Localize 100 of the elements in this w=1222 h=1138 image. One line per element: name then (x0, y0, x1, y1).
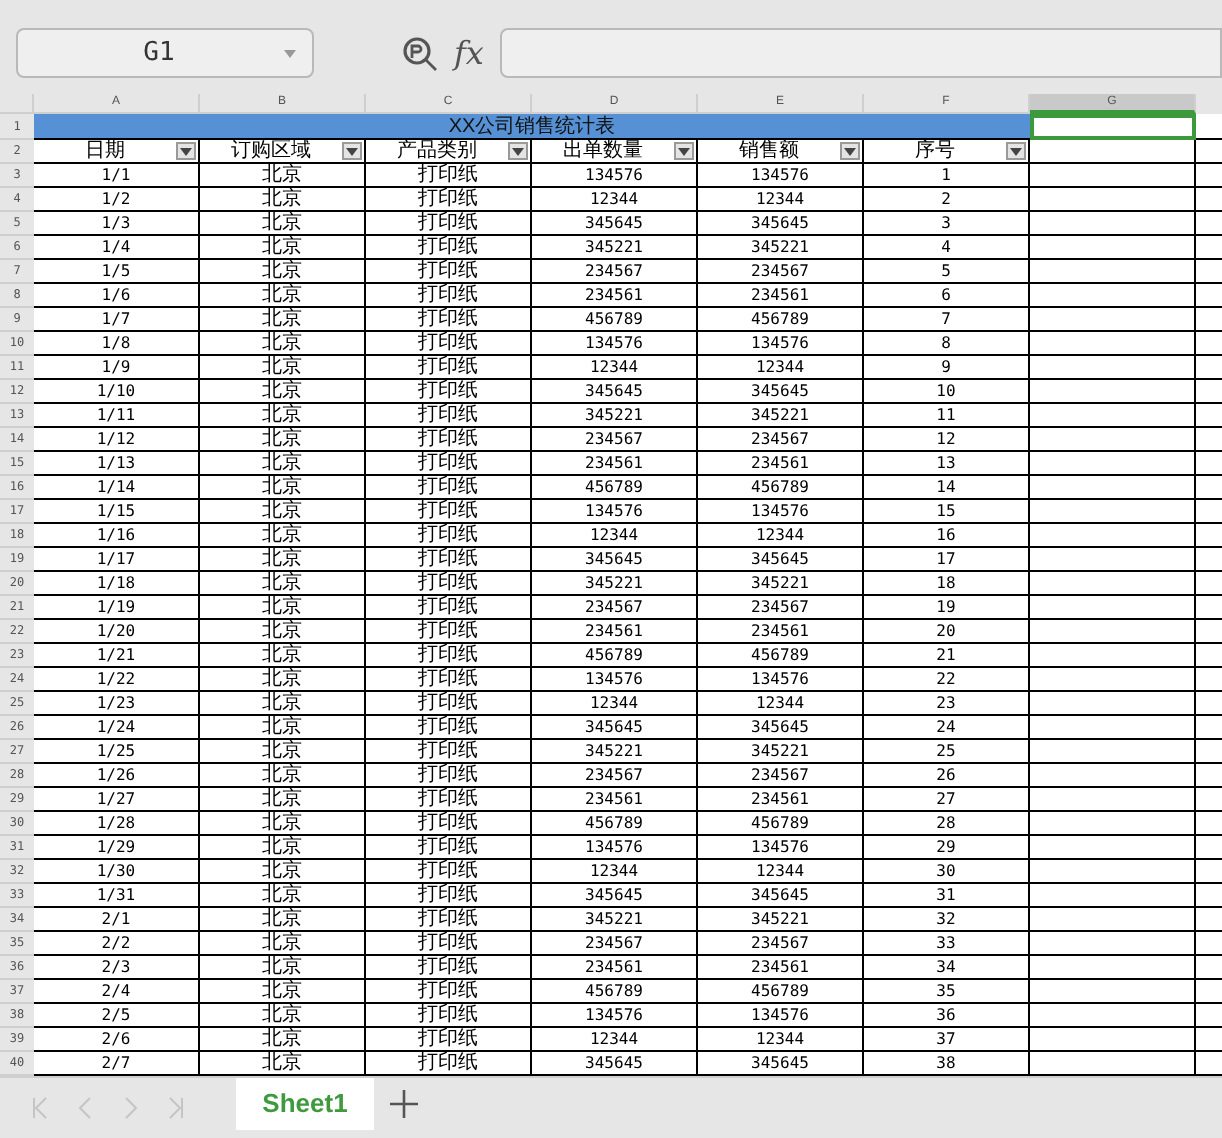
table-cell: 北京 (200, 476, 366, 500)
table-cell: 北京 (200, 524, 366, 548)
filter-dropdown[interactable] (342, 142, 362, 160)
table-cell: 32 (864, 908, 1030, 932)
table-cell: 5 (864, 260, 1030, 284)
table-cell: 打印纸 (366, 1028, 532, 1052)
caret-icon (512, 147, 524, 155)
table-cell: 234567 (532, 764, 698, 788)
name-box[interactable]: G1 (16, 28, 314, 78)
table-cell: 1/19 (34, 596, 200, 620)
table-cell: 北京 (200, 644, 366, 668)
table-cell: 24 (864, 716, 1030, 740)
table-cell: 28 (864, 812, 1030, 836)
column-header: 订购区域 (229, 139, 313, 163)
table-cell: 打印纸 (366, 188, 532, 212)
zoom-icon[interactable] (402, 35, 438, 71)
table-cell: 北京 (200, 596, 366, 620)
table-cell: 打印纸 (366, 596, 532, 620)
sheet-tab[interactable]: Sheet1 (236, 1078, 374, 1130)
table-cell: 1/2 (34, 188, 200, 212)
table-cell: 30 (864, 860, 1030, 884)
table-cell: 北京 (200, 188, 366, 212)
table-cell: 1/25 (34, 740, 200, 764)
table-cell: 打印纸 (366, 356, 532, 380)
table-cell: 1/12 (34, 428, 200, 452)
table-cell: 234567 (698, 260, 864, 284)
formula-field[interactable] (499, 28, 1222, 78)
table-cell: 14 (864, 476, 1030, 500)
table-cell: 北京 (200, 284, 366, 308)
selected-cell[interactable] (1030, 114, 1196, 140)
table-cell: 234561 (698, 620, 864, 644)
table-cell: 456789 (698, 644, 864, 668)
table-cell: 1 (864, 164, 1030, 188)
table-cell: 打印纸 (366, 452, 532, 476)
table-cell: 345221 (532, 908, 698, 932)
table-cell: 345645 (698, 716, 864, 740)
table-cell: 12344 (532, 524, 698, 548)
table-cell: 31 (864, 884, 1030, 908)
table-cell: 打印纸 (366, 764, 532, 788)
title-cell: XX公司销售统计表 (34, 114, 1030, 140)
table-cell: 1/14 (34, 476, 200, 500)
table-cell: 345221 (698, 236, 864, 260)
table-cell: 456789 (698, 812, 864, 836)
table-cell: 北京 (200, 308, 366, 332)
add-sheet-icon[interactable] (390, 1090, 418, 1118)
filter-dropdown[interactable] (176, 142, 196, 160)
table-cell: 1/24 (34, 716, 200, 740)
filter-dropdown[interactable] (508, 142, 528, 160)
table-cell: 134576 (532, 668, 698, 692)
table-cell: 456789 (532, 980, 698, 1004)
table-cell: 234567 (698, 764, 864, 788)
filter-dropdown[interactable] (840, 142, 860, 160)
column-header: 出单数量 (561, 139, 645, 163)
table-cell: 1/7 (34, 308, 200, 332)
table-cell: 打印纸 (366, 932, 532, 956)
table-cell: 456789 (532, 476, 698, 500)
table-cell: 打印纸 (366, 644, 532, 668)
filter-dropdown[interactable] (674, 142, 694, 160)
table-cell: 打印纸 (366, 572, 532, 596)
table-cell: 打印纸 (366, 980, 532, 1004)
table-cell: 25 (864, 740, 1030, 764)
table-cell: 12344 (698, 524, 864, 548)
table-cell: 打印纸 (366, 404, 532, 428)
table-cell: 345221 (532, 572, 698, 596)
table-cell: 1/22 (34, 668, 200, 692)
table-cell: 33 (864, 932, 1030, 956)
table-cell: 4 (864, 236, 1030, 260)
table-cell: 北京 (200, 836, 366, 860)
table-cell: 234567 (698, 428, 864, 452)
table-cell: 8 (864, 332, 1030, 356)
table-cell: 234567 (532, 596, 698, 620)
table-cell: 345645 (532, 548, 698, 572)
table-cell: 1/4 (34, 236, 200, 260)
table-cell: 6 (864, 284, 1030, 308)
caret-icon (678, 147, 690, 155)
table-cell: 134576 (532, 1004, 698, 1028)
table-cell: 18 (864, 572, 1030, 596)
table-cell: 12344 (698, 356, 864, 380)
table-cell: 345645 (698, 380, 864, 404)
filter-dropdown[interactable] (1006, 142, 1026, 160)
table-cell: 北京 (200, 740, 366, 764)
function-label[interactable]: fx (454, 29, 484, 77)
table-cell: 1/13 (34, 452, 200, 476)
table-cell: 北京 (200, 260, 366, 284)
table-cell: 12344 (698, 692, 864, 716)
table-cell: 134576 (698, 836, 864, 860)
table-cell: 9 (864, 356, 1030, 380)
table-cell: 12344 (698, 860, 864, 884)
table-cell: 456789 (532, 812, 698, 836)
table-cell: 打印纸 (366, 212, 532, 236)
table-cell: 345221 (698, 404, 864, 428)
table-cell: 234567 (532, 428, 698, 452)
table-cell: 134576 (532, 332, 698, 356)
table-cell: 345645 (698, 548, 864, 572)
table-cell: 134576 (698, 500, 864, 524)
table-cell: 234561 (532, 620, 698, 644)
table-cell: 北京 (200, 332, 366, 356)
table-cell: 打印纸 (366, 380, 532, 404)
table-cell: 456789 (532, 308, 698, 332)
table-cell: 打印纸 (366, 716, 532, 740)
